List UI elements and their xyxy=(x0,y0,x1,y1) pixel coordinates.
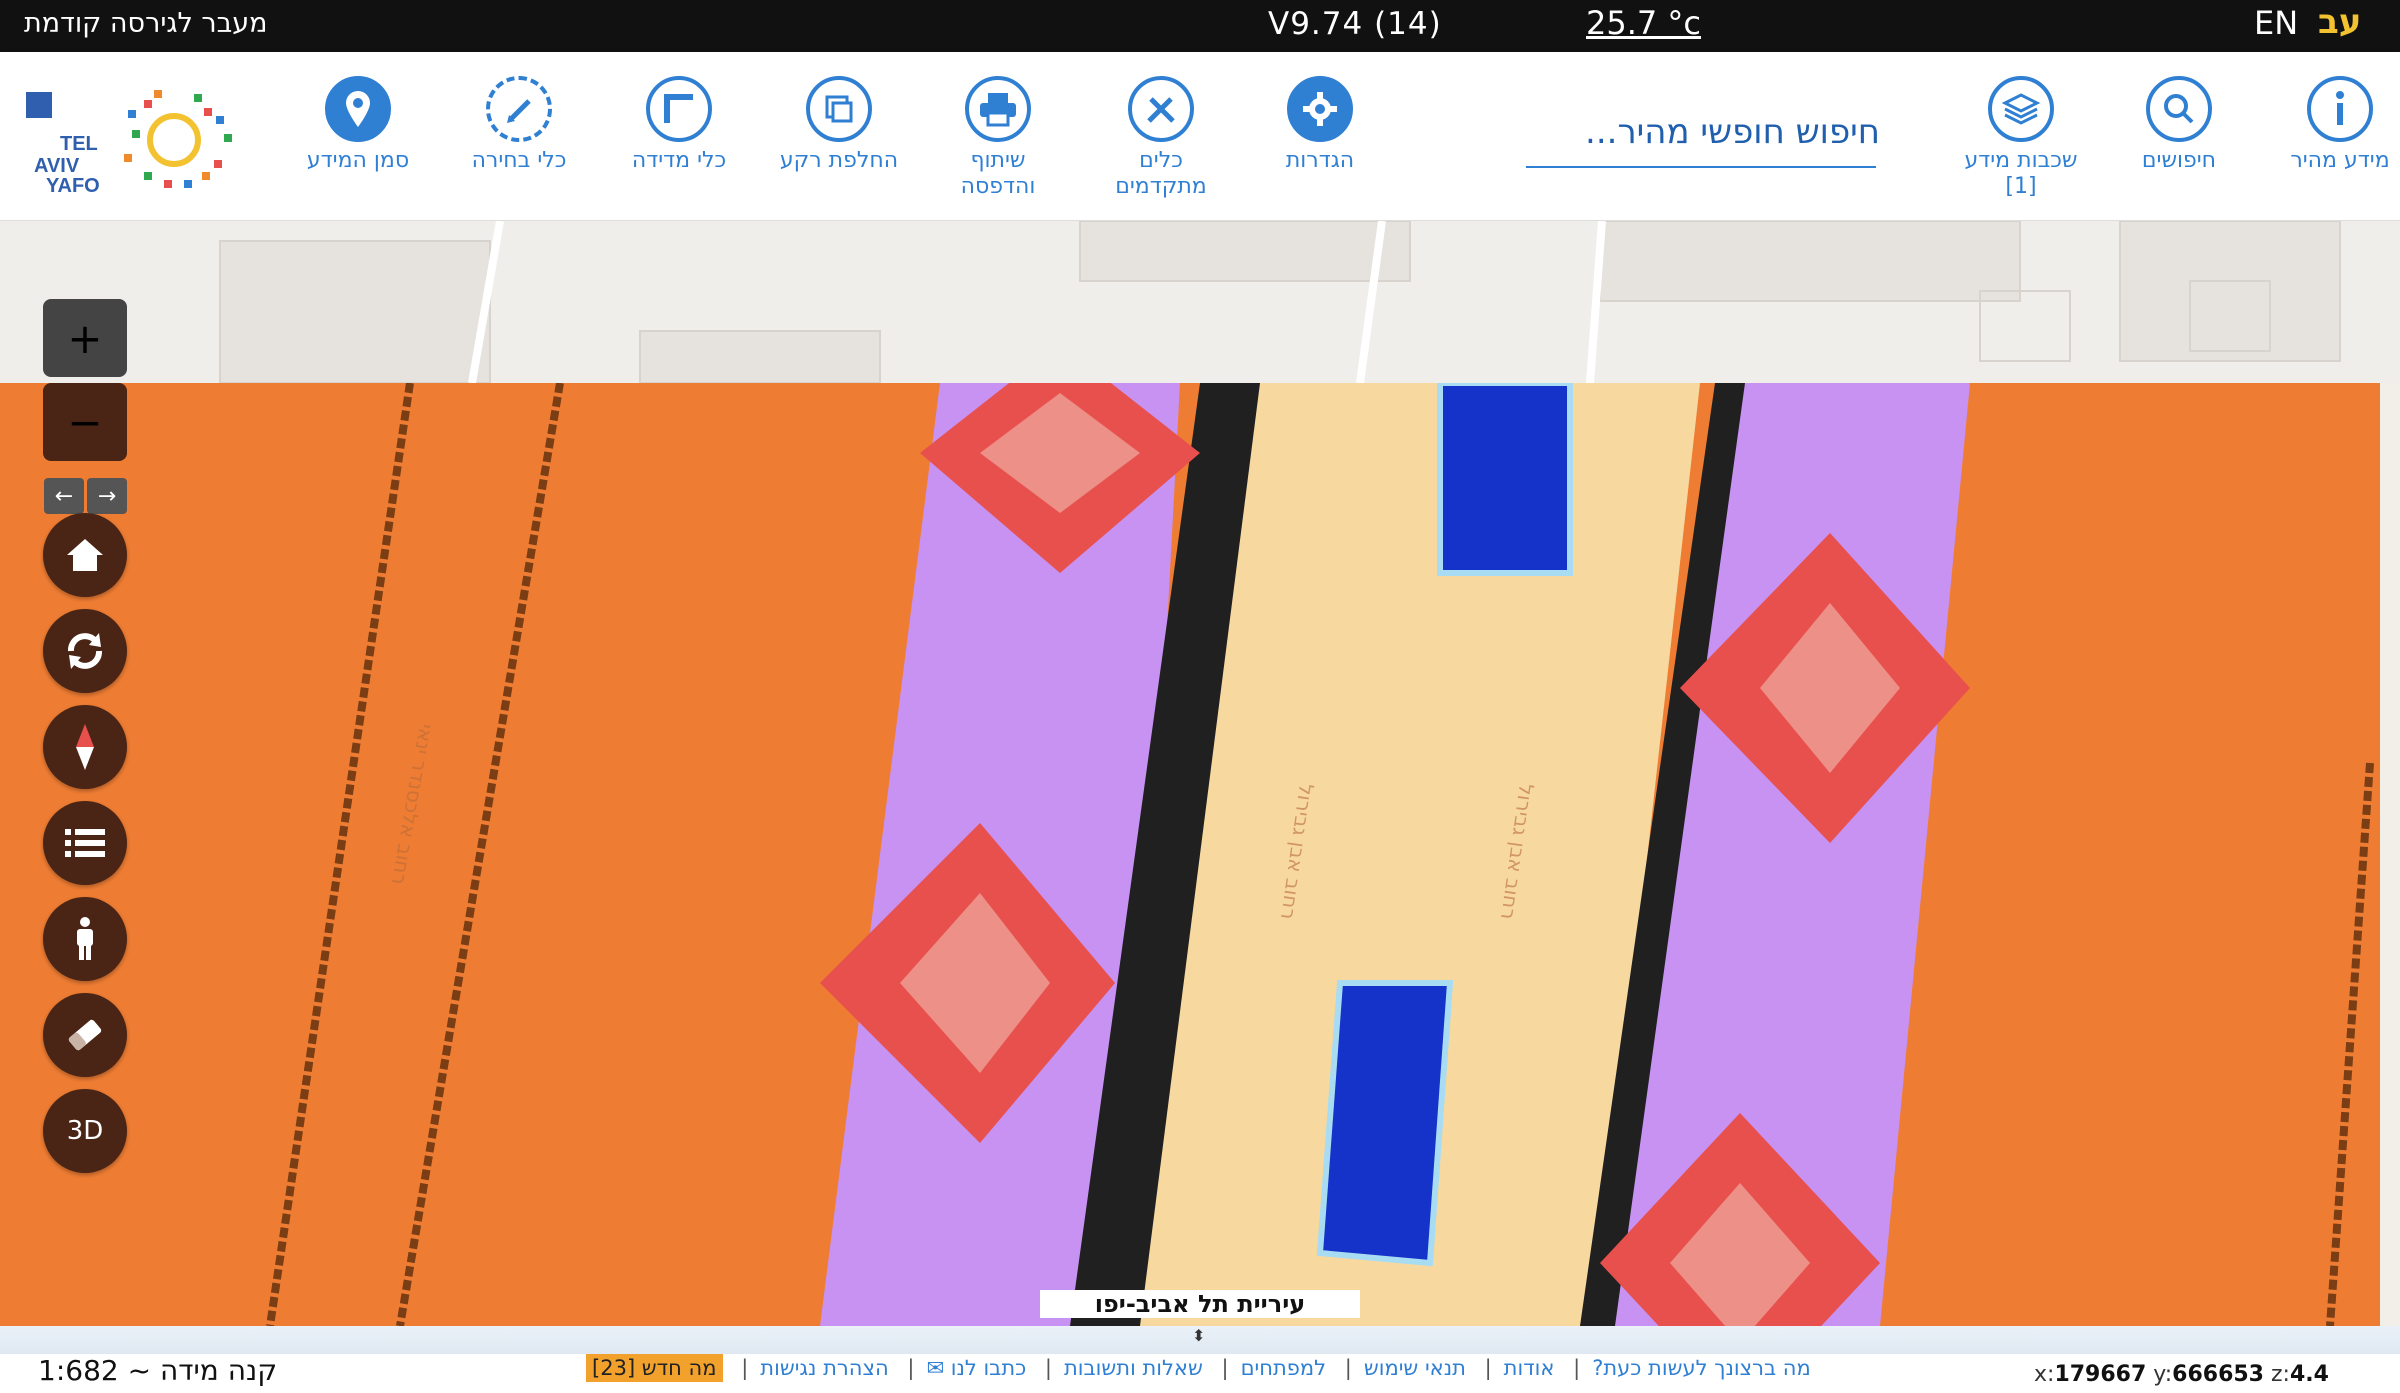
svg-text:YAFO: YAFO xyxy=(46,175,100,197)
tool-label: החלפת רקע xyxy=(779,148,899,173)
landuse-overlay: רחוב אלכסנדר ינאי רחוב אבן גבירול רחוב א… xyxy=(0,343,2380,1326)
refresh-button[interactable] xyxy=(43,609,127,693)
coord-z: 4.4 xyxy=(2289,1362,2329,1387)
tool-sublabel: מתקדמים xyxy=(1115,174,1207,199)
version-label: V9.74 (14) xyxy=(1268,6,1442,42)
3d-label: 3D xyxy=(66,1116,104,1146)
street-view-button[interactable] xyxy=(43,897,127,981)
tool-label: סמן המידע xyxy=(306,148,410,173)
tool-advanced[interactable]: כלים מתקדמים xyxy=(1081,76,1241,200)
top-bar: מעבר לגירסה קודמת V9.74 (14) 25.7 °c EN … xyxy=(0,0,2400,52)
pin-icon xyxy=(325,76,391,142)
map-scale: קנה מידה ~ 1:682 xyxy=(38,1354,278,1387)
quick-search[interactable] xyxy=(1526,106,1884,168)
list-icon xyxy=(65,829,105,857)
tool-select[interactable]: כלי בחירה xyxy=(439,76,599,174)
footer-link-contact[interactable]: כתבו לנו ✉ xyxy=(926,1356,1026,1380)
home-icon xyxy=(67,539,103,571)
zoom-in-button[interactable]: + xyxy=(43,299,127,377)
copy-icon xyxy=(806,76,872,142)
coordinates-readout: x:179667 y:666653 z:4.4 xyxy=(2034,1362,2329,1387)
search-icon xyxy=(2146,76,2212,142)
back-arrow-button[interactable]: ← xyxy=(44,478,84,514)
map-canvas[interactable]: רחוב אלכסנדר ינאי רחוב אבן גבירול רחוב א… xyxy=(0,221,2400,1326)
tools-icon xyxy=(1128,76,1194,142)
previous-version-link[interactable]: מעבר לגירסה קודמת xyxy=(24,8,268,39)
tool-info-layers[interactable]: שכבות מידע [1] xyxy=(1941,76,2101,200)
forward-arrow-button[interactable]: → xyxy=(87,478,127,514)
info-icon xyxy=(2307,76,2373,142)
city-logo[interactable]: TEL AVIV YAFO xyxy=(24,80,254,200)
compass-button[interactable] xyxy=(43,705,127,789)
tool-label: כלי מדידה xyxy=(631,148,727,173)
tool-background-switch[interactable]: החלפת רקע xyxy=(759,76,919,174)
layers-icon xyxy=(1988,76,2054,142)
ruler-icon xyxy=(646,76,712,142)
tool-label: כלי בחירה xyxy=(471,148,567,173)
3d-button[interactable]: 3D xyxy=(43,1089,127,1173)
svg-text:AVIV: AVIV xyxy=(34,155,80,177)
tool-share-print[interactable]: שיתוף והדפסה xyxy=(918,76,1078,200)
tool-label: חיפושים xyxy=(2141,148,2217,173)
svg-text:TEL: TEL xyxy=(60,133,98,155)
footer-link-accessibility[interactable]: הצהרת נגישות xyxy=(760,1356,888,1380)
arrow-left-icon: ← xyxy=(54,483,74,509)
tool-label: הגדרות xyxy=(1285,148,1355,173)
zoom-out-button[interactable]: − xyxy=(43,383,127,461)
search-input[interactable] xyxy=(1526,106,1884,158)
language-en-button[interactable]: EN xyxy=(2254,4,2298,42)
city-attribution-label: עיריית תל אביב-יפו xyxy=(1040,1290,1360,1318)
language-he-button[interactable]: עב xyxy=(2318,2,2361,42)
tool-searches[interactable]: חיפושים xyxy=(2099,76,2259,174)
toolbar: TEL AVIV YAFO מידע מהיר חיפושים שכבות מי… xyxy=(0,52,2400,221)
gear-icon xyxy=(1287,76,1353,142)
arrow-right-icon: → xyxy=(97,483,117,509)
footer-link-faq[interactable]: שאלות ותשובות xyxy=(1064,1356,1203,1380)
coord-y: 666653 xyxy=(2172,1362,2264,1387)
refresh-icon xyxy=(68,633,102,669)
compass-icon xyxy=(76,724,94,770)
layers-count: [1] xyxy=(2005,174,2037,199)
tool-info-marker[interactable]: סמן המידע xyxy=(278,76,438,174)
coord-x: 179667 xyxy=(2054,1362,2147,1387)
tool-label: שיתוף xyxy=(970,148,1026,173)
footer-link-terms[interactable]: תנאי שימוש xyxy=(1364,1356,1466,1380)
tool-measure[interactable]: כלי מדידה xyxy=(599,76,759,174)
footer-link-whats-new[interactable]: מה חדש [23] xyxy=(586,1354,723,1382)
printer-icon xyxy=(965,76,1031,142)
footer-links: מה ברצונך לעשות כעת?| אודות| תנאי שימוש|… xyxy=(580,1354,1817,1388)
tool-label: מידע מהיר xyxy=(2290,148,2390,173)
tool-sublabel: והדפסה xyxy=(960,174,1036,199)
footer-link-about[interactable]: אודות xyxy=(1504,1356,1555,1380)
footer-link-developers[interactable]: למפתחים xyxy=(1241,1356,1326,1380)
select-icon xyxy=(486,76,552,142)
eraser-button[interactable] xyxy=(43,993,127,1077)
plus-icon: + xyxy=(67,313,103,363)
legend-button[interactable] xyxy=(43,801,127,885)
tool-label: שכבות מידע xyxy=(1964,148,2078,173)
minus-icon: − xyxy=(67,397,103,447)
basemap-strip xyxy=(0,221,2400,384)
tool-label: כלים xyxy=(1139,148,1183,173)
resize-handle-icon[interactable]: ⬍ xyxy=(1192,1326,1205,1345)
tool-settings[interactable]: הגדרות xyxy=(1240,76,1400,174)
temperature-link[interactable]: 25.7 °c xyxy=(1586,4,1701,42)
home-button[interactable] xyxy=(43,513,127,597)
person-icon xyxy=(77,917,93,960)
eraser-icon xyxy=(68,1019,102,1051)
tool-quick-info[interactable]: מידע מהיר xyxy=(2260,76,2400,174)
footer-link-what-to-do[interactable]: מה ברצונך לעשות כעת? xyxy=(1592,1356,1811,1380)
